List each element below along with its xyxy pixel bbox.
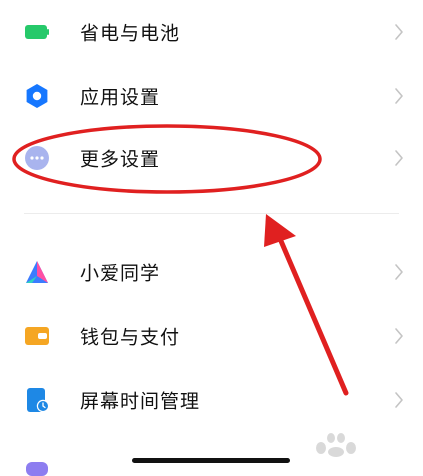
settings-item-label: 更多设置 — [80, 148, 161, 171]
section-divider — [24, 213, 399, 214]
settings-item-more-settings[interactable]: 更多设置 — [0, 126, 423, 190]
wallet-icon — [25, 327, 49, 345]
chevron-right-icon — [395, 88, 403, 104]
screen-time-icon — [27, 388, 50, 413]
settings-item-app-settings[interactable]: 应用设置 — [0, 64, 423, 128]
settings-item-label: 屏幕时间管理 — [80, 390, 201, 413]
chevron-right-icon — [395, 392, 403, 408]
battery-icon — [25, 25, 49, 39]
settings-item-battery[interactable]: 省电与电池 — [0, 0, 423, 64]
xiaoai-icon — [26, 261, 48, 283]
home-indicator[interactable] — [132, 458, 290, 463]
gear-icon — [26, 84, 48, 108]
chevron-right-icon — [395, 150, 403, 166]
more-dots-icon — [25, 146, 49, 170]
watermark-paw-icon — [316, 433, 356, 457]
settings-item-xiaoai[interactable]: 小爱同学 — [0, 240, 423, 304]
settings-item-label: 应用设置 — [80, 86, 161, 109]
chevron-right-icon — [395, 328, 403, 344]
settings-item-screen-time[interactable]: 屏幕时间管理 — [0, 368, 423, 432]
chevron-right-icon — [395, 264, 403, 280]
settings-item-label: 小爱同学 — [80, 262, 161, 285]
settings-item-wallet[interactable]: 钱包与支付 — [0, 304, 423, 368]
chevron-right-icon — [395, 24, 403, 40]
next-item-icon — [26, 462, 48, 476]
settings-item-label: 钱包与支付 — [80, 326, 181, 349]
settings-item-label: 省电与电池 — [80, 22, 181, 45]
